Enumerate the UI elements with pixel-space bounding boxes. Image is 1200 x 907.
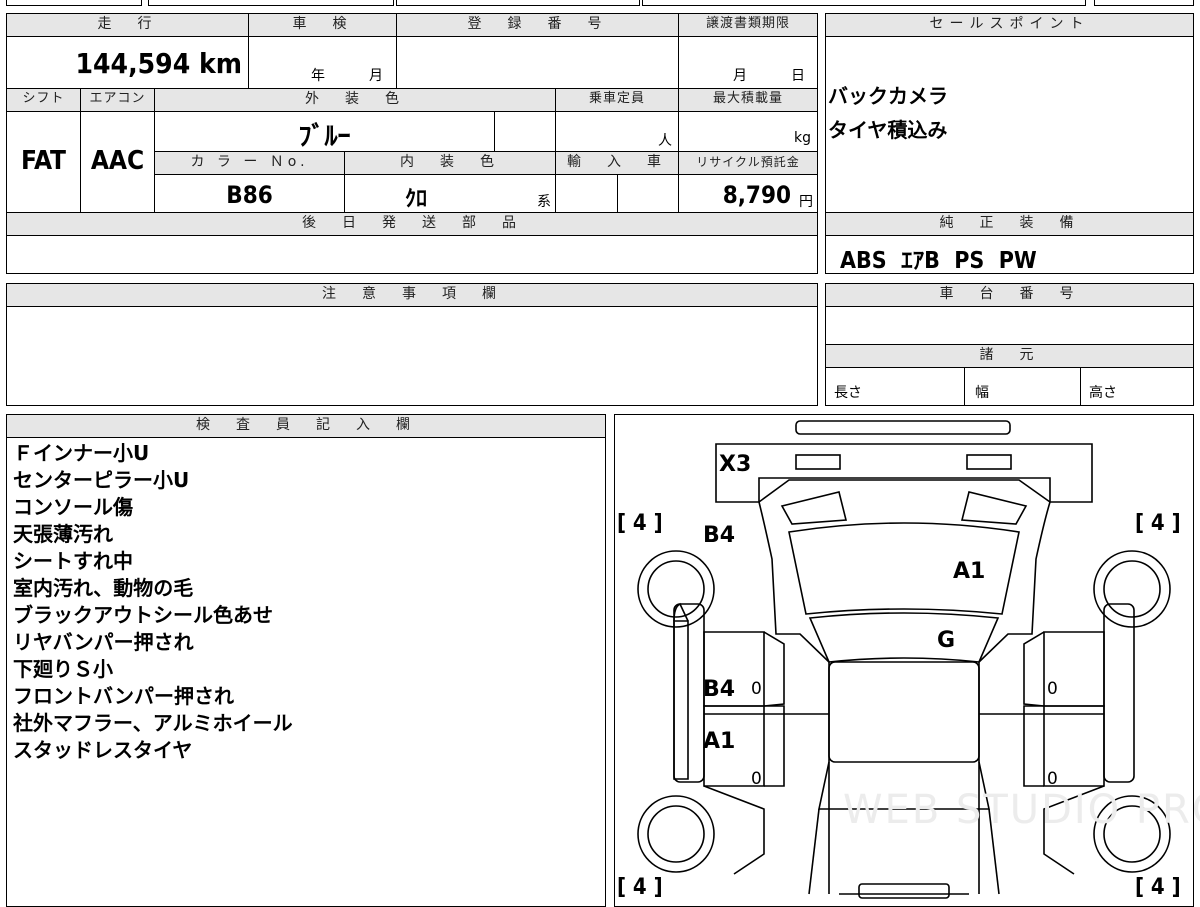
equipment-header: 純 正 装 備 (825, 212, 1194, 236)
aircon-value: AAC (90, 146, 145, 176)
chassis-cell (825, 306, 1194, 345)
inspector-cell: Ｆインナー小U センターピラー小U コンソール傷 天張薄汚れ シートすれ中 室内… (6, 437, 606, 907)
recycle-cell: 8,790 円 (678, 174, 818, 213)
sales-points-list: バックカメラ タイヤ積込み (828, 79, 948, 147)
mark-door-fr-zero: 0 (1047, 679, 1058, 699)
color-no-value: B86 (226, 181, 273, 209)
mark-door-rl: A1 (703, 729, 736, 754)
inspector-note: フロントバンパー押され (13, 684, 234, 708)
mark-door-rr-zero: 0 (1047, 769, 1058, 789)
inspector-note: スタッドレスタイヤ (13, 738, 193, 762)
inspection-cell: 年 月 (248, 36, 397, 89)
length-cell: 長さ (825, 367, 965, 406)
recycle-header: リサイクル預託金 (678, 151, 818, 175)
height-cell: 高さ (1080, 367, 1194, 406)
width-cell: 幅 (964, 367, 1081, 406)
car-outline-diagram (637, 420, 1171, 899)
transfer-month-unit: 月 (733, 68, 747, 84)
inspector-note: コンソール傷 (13, 495, 133, 519)
transfer-day-unit: 日 (791, 68, 805, 84)
aircon-header: エアコン (80, 88, 155, 112)
tire-rl-mark: [ 4 ] (617, 875, 663, 900)
mark-fender-fl: B4 (703, 523, 736, 548)
transfer-deadline-cell: 月 日 (678, 36, 818, 89)
shift-value: FAT (20, 146, 67, 176)
inspector-note: リヤバンパー押され (13, 630, 194, 654)
height-label: 高さ (1089, 385, 1117, 401)
shift-cell: FAT (6, 111, 81, 213)
notes-cell (6, 306, 818, 406)
capacity-unit: 人 (658, 133, 672, 149)
max-load-unit: kg (794, 130, 811, 146)
import-cell-a (555, 174, 618, 213)
inspector-note: ブラックアウトシール色あせ (13, 603, 273, 627)
exterior-cell: ﾌﾞﾙｰ (154, 111, 495, 152)
shift-header: シフト (6, 88, 81, 112)
mark-door-fl-zero: 0 (751, 679, 762, 699)
mark-front-bumper: X3 (719, 452, 752, 477)
import-header: 輸 入 車 (555, 151, 679, 175)
inspector-note: 社外マフラー、アルミホイール (13, 711, 293, 735)
interior-suffix: 系 (537, 194, 551, 210)
mileage-cell: 144,594 km (6, 36, 249, 89)
inspector-note: Ｆインナー小U (13, 441, 150, 465)
exterior-header: 外 装 色 (154, 88, 556, 112)
inspection-year-unit: 年 (311, 68, 325, 84)
recycle-value: 8,790 (722, 181, 791, 209)
color-no-cell: B86 (154, 174, 345, 213)
tire-fl-mark: [ 4 ] (617, 511, 663, 536)
inspector-note: 下廻りＳ小 (13, 657, 113, 681)
later-parts-header: 後 日 発 送 部 品 (6, 212, 818, 236)
specs-header: 諸 元 (825, 344, 1194, 368)
mark-door-rl-zero: 0 (751, 769, 762, 789)
inspector-notes-list: Ｆインナー小U センターピラー小U コンソール傷 天張薄汚れ シートすれ中 室内… (13, 440, 293, 764)
interior-value: ｸﾛ (405, 187, 428, 212)
inspector-note: 天張薄汚れ (13, 522, 113, 546)
watermark: WEB STUDIO PRO (843, 787, 1200, 833)
exterior-value: ﾌﾞﾙｰ (298, 122, 351, 152)
capacity-header: 乗車定員 (555, 88, 679, 112)
top-strip (0, 0, 1200, 8)
notes-header: 注 意 事 項 欄 (6, 283, 818, 307)
registration-cell (396, 36, 679, 89)
tire-rr-mark: [ 4 ] (1135, 875, 1181, 900)
inspection-month-unit: 月 (369, 68, 383, 84)
max-load-cell: kg (678, 111, 818, 152)
inspection-header: 車 検 (248, 13, 397, 37)
exterior-extra-cell (494, 111, 556, 152)
interior-header: 内 装 色 (344, 151, 556, 175)
inspector-note: 室内汚れ、動物の毛 (13, 576, 194, 600)
inspector-note: シートすれ中 (13, 549, 133, 573)
chassis-header: 車 台 番 号 (825, 283, 1194, 307)
sales-points-header: セールスポイント (825, 13, 1194, 37)
sales-point-item: バックカメラ (828, 84, 948, 108)
mark-windshield: G (937, 628, 956, 653)
color-no-header: カ ラ ー Ｎo. (154, 151, 345, 175)
inspector-header: 検 査 員 記 入 欄 (6, 414, 606, 438)
length-label: 長さ (834, 385, 862, 401)
recycle-unit: 円 (799, 194, 813, 210)
import-cell-b (617, 174, 679, 213)
later-parts-cell (6, 235, 818, 274)
tire-fr-mark: [ 4 ] (1135, 511, 1181, 536)
capacity-cell: 人 (555, 111, 679, 152)
registration-header: 登 録 番 号 (396, 13, 679, 37)
equipment-cell: ABS ｴｱB PS PW (825, 235, 1194, 274)
car-diagram-panel: WEB STUDIO PRO X3 B4 A1 G B4 A1 0 0 0 0 … (614, 414, 1200, 907)
width-label: 幅 (975, 385, 989, 401)
sales-points-cell: バックカメラ タイヤ積込み (825, 36, 1194, 213)
max-load-header: 最大積載量 (678, 88, 818, 112)
transfer-deadline-header: 譲渡書類期限 (678, 13, 818, 37)
mileage-value: 144,594 km (75, 47, 243, 80)
mileage-header: 走 行 (6, 13, 249, 37)
sales-point-item: タイヤ積込み (828, 118, 948, 142)
aircon-cell: AAC (80, 111, 155, 213)
mark-door-fl: B4 (703, 677, 736, 702)
equipment-value: ABS ｴｱB PS PW (840, 248, 1037, 274)
mark-hood: A1 (953, 559, 986, 584)
inspector-note: センターピラー小U (13, 468, 190, 492)
interior-cell: ｸﾛ 系 (344, 174, 556, 213)
